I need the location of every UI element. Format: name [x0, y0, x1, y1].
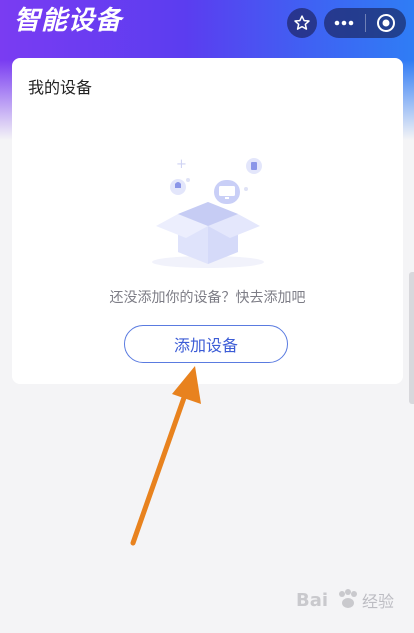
- svg-text:+: +: [176, 157, 187, 172]
- scroll-handle[interactable]: [409, 272, 414, 404]
- close-button[interactable]: [365, 8, 406, 38]
- more-button[interactable]: [324, 8, 365, 38]
- more-dots-icon: [334, 20, 354, 26]
- star-icon: [294, 15, 310, 30]
- add-device-button[interactable]: 添加设备: [124, 325, 288, 363]
- watermark-text: 经验: [362, 592, 395, 611]
- svg-text:Bai: Bai: [296, 590, 328, 611]
- baidu-watermark: Bai 经验: [296, 585, 408, 613]
- target-circle-icon: [376, 14, 395, 32]
- my-devices-card: 我的设备 + 还没添加你的设备？快去添加吧 添加设备: [12, 58, 403, 384]
- empty-box-devices-icon: +: [152, 157, 264, 268]
- favorite-button[interactable]: [287, 8, 317, 38]
- mini-program-capsule: [324, 8, 406, 38]
- card-title: 我的设备: [28, 78, 93, 97]
- empty-state-message: 还没添加你的设备？快去添加吧: [109, 290, 306, 306]
- page-title: 智能设备: [14, 6, 123, 36]
